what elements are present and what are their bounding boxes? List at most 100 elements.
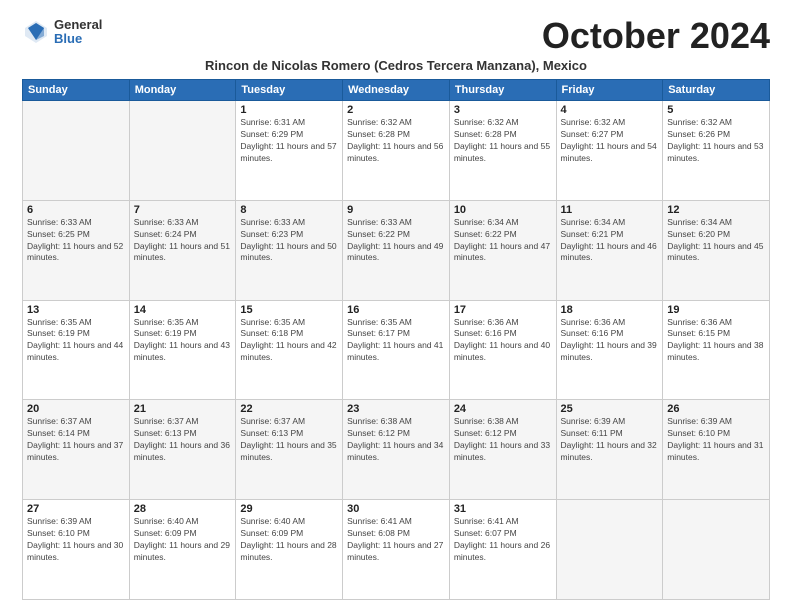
day-number: 21 <box>134 403 232 415</box>
day-number: 24 <box>454 403 552 415</box>
page: General Blue October 2024 Rincon de Nico… <box>0 0 792 612</box>
day-number: 20 <box>27 403 125 415</box>
header-thursday: Thursday <box>449 80 556 101</box>
calendar-week-row: 1Sunrise: 6:31 AMSunset: 6:29 PMDaylight… <box>23 101 770 201</box>
day-number: 29 <box>240 503 338 515</box>
sun-info: Sunrise: 6:41 AMSunset: 6:07 PMDaylight:… <box>454 516 552 564</box>
sun-info: Sunrise: 6:33 AMSunset: 6:25 PMDaylight:… <box>27 217 125 265</box>
day-number: 7 <box>134 204 232 216</box>
day-number: 11 <box>561 204 659 216</box>
header-monday: Monday <box>129 80 236 101</box>
day-number: 30 <box>347 503 445 515</box>
header-saturday: Saturday <box>663 80 770 101</box>
table-row: 10Sunrise: 6:34 AMSunset: 6:22 PMDayligh… <box>449 200 556 300</box>
table-row: 16Sunrise: 6:35 AMSunset: 6:17 PMDayligh… <box>343 300 450 400</box>
sun-info: Sunrise: 6:32 AMSunset: 6:28 PMDaylight:… <box>347 117 445 165</box>
calendar-header-row: Sunday Monday Tuesday Wednesday Thursday… <box>23 80 770 101</box>
day-number: 17 <box>454 304 552 316</box>
table-row: 30Sunrise: 6:41 AMSunset: 6:08 PMDayligh… <box>343 500 450 600</box>
header: General Blue October 2024 <box>22 18 770 54</box>
table-row: 29Sunrise: 6:40 AMSunset: 6:09 PMDayligh… <box>236 500 343 600</box>
day-number: 15 <box>240 304 338 316</box>
sun-info: Sunrise: 6:32 AMSunset: 6:27 PMDaylight:… <box>561 117 659 165</box>
sun-info: Sunrise: 6:32 AMSunset: 6:26 PMDaylight:… <box>667 117 765 165</box>
sun-info: Sunrise: 6:39 AMSunset: 6:10 PMDaylight:… <box>667 416 765 464</box>
day-number: 3 <box>454 104 552 116</box>
month-title: October 2024 <box>542 18 770 54</box>
day-number: 12 <box>667 204 765 216</box>
day-number: 1 <box>240 104 338 116</box>
day-number: 6 <box>27 204 125 216</box>
location-title: Rincon de Nicolas Romero (Cedros Tercera… <box>22 58 770 73</box>
day-number: 26 <box>667 403 765 415</box>
sun-info: Sunrise: 6:37 AMSunset: 6:13 PMDaylight:… <box>240 416 338 464</box>
logo-icon <box>22 18 50 46</box>
table-row: 5Sunrise: 6:32 AMSunset: 6:26 PMDaylight… <box>663 101 770 201</box>
sun-info: Sunrise: 6:39 AMSunset: 6:10 PMDaylight:… <box>27 516 125 564</box>
table-row: 12Sunrise: 6:34 AMSunset: 6:20 PMDayligh… <box>663 200 770 300</box>
table-row: 19Sunrise: 6:36 AMSunset: 6:15 PMDayligh… <box>663 300 770 400</box>
sun-info: Sunrise: 6:36 AMSunset: 6:15 PMDaylight:… <box>667 317 765 365</box>
sun-info: Sunrise: 6:34 AMSunset: 6:22 PMDaylight:… <box>454 217 552 265</box>
table-row: 26Sunrise: 6:39 AMSunset: 6:10 PMDayligh… <box>663 400 770 500</box>
day-number: 16 <box>347 304 445 316</box>
header-friday: Friday <box>556 80 663 101</box>
table-row: 20Sunrise: 6:37 AMSunset: 6:14 PMDayligh… <box>23 400 130 500</box>
day-number: 13 <box>27 304 125 316</box>
table-row: 24Sunrise: 6:38 AMSunset: 6:12 PMDayligh… <box>449 400 556 500</box>
sun-info: Sunrise: 6:34 AMSunset: 6:20 PMDaylight:… <box>667 217 765 265</box>
sun-info: Sunrise: 6:39 AMSunset: 6:11 PMDaylight:… <box>561 416 659 464</box>
table-row <box>129 101 236 201</box>
calendar-table: Sunday Monday Tuesday Wednesday Thursday… <box>22 79 770 600</box>
day-number: 8 <box>240 204 338 216</box>
sun-info: Sunrise: 6:33 AMSunset: 6:22 PMDaylight:… <box>347 217 445 265</box>
logo-general-label: General <box>54 18 102 32</box>
logo-text: General Blue <box>54 18 102 47</box>
header-wednesday: Wednesday <box>343 80 450 101</box>
table-row: 27Sunrise: 6:39 AMSunset: 6:10 PMDayligh… <box>23 500 130 600</box>
table-row: 7Sunrise: 6:33 AMSunset: 6:24 PMDaylight… <box>129 200 236 300</box>
calendar-week-row: 13Sunrise: 6:35 AMSunset: 6:19 PMDayligh… <box>23 300 770 400</box>
sun-info: Sunrise: 6:33 AMSunset: 6:24 PMDaylight:… <box>134 217 232 265</box>
table-row: 18Sunrise: 6:36 AMSunset: 6:16 PMDayligh… <box>556 300 663 400</box>
day-number: 14 <box>134 304 232 316</box>
day-number: 28 <box>134 503 232 515</box>
table-row: 21Sunrise: 6:37 AMSunset: 6:13 PMDayligh… <box>129 400 236 500</box>
day-number: 25 <box>561 403 659 415</box>
day-number: 23 <box>347 403 445 415</box>
logo-blue-label: Blue <box>54 32 102 46</box>
table-row <box>556 500 663 600</box>
sun-info: Sunrise: 6:37 AMSunset: 6:14 PMDaylight:… <box>27 416 125 464</box>
table-row: 8Sunrise: 6:33 AMSunset: 6:23 PMDaylight… <box>236 200 343 300</box>
table-row: 17Sunrise: 6:36 AMSunset: 6:16 PMDayligh… <box>449 300 556 400</box>
table-row: 4Sunrise: 6:32 AMSunset: 6:27 PMDaylight… <box>556 101 663 201</box>
table-row <box>663 500 770 600</box>
sun-info: Sunrise: 6:32 AMSunset: 6:28 PMDaylight:… <box>454 117 552 165</box>
sun-info: Sunrise: 6:36 AMSunset: 6:16 PMDaylight:… <box>561 317 659 365</box>
sun-info: Sunrise: 6:37 AMSunset: 6:13 PMDaylight:… <box>134 416 232 464</box>
calendar-week-row: 20Sunrise: 6:37 AMSunset: 6:14 PMDayligh… <box>23 400 770 500</box>
table-row: 3Sunrise: 6:32 AMSunset: 6:28 PMDaylight… <box>449 101 556 201</box>
table-row: 25Sunrise: 6:39 AMSunset: 6:11 PMDayligh… <box>556 400 663 500</box>
sun-info: Sunrise: 6:41 AMSunset: 6:08 PMDaylight:… <box>347 516 445 564</box>
day-number: 18 <box>561 304 659 316</box>
sun-info: Sunrise: 6:35 AMSunset: 6:17 PMDaylight:… <box>347 317 445 365</box>
sun-info: Sunrise: 6:40 AMSunset: 6:09 PMDaylight:… <box>240 516 338 564</box>
day-number: 22 <box>240 403 338 415</box>
table-row: 22Sunrise: 6:37 AMSunset: 6:13 PMDayligh… <box>236 400 343 500</box>
day-number: 2 <box>347 104 445 116</box>
day-number: 4 <box>561 104 659 116</box>
day-number: 19 <box>667 304 765 316</box>
day-number: 27 <box>27 503 125 515</box>
sun-info: Sunrise: 6:40 AMSunset: 6:09 PMDaylight:… <box>134 516 232 564</box>
sun-info: Sunrise: 6:35 AMSunset: 6:19 PMDaylight:… <box>134 317 232 365</box>
table-row: 31Sunrise: 6:41 AMSunset: 6:07 PMDayligh… <box>449 500 556 600</box>
sun-info: Sunrise: 6:36 AMSunset: 6:16 PMDaylight:… <box>454 317 552 365</box>
table-row: 13Sunrise: 6:35 AMSunset: 6:19 PMDayligh… <box>23 300 130 400</box>
sun-info: Sunrise: 6:35 AMSunset: 6:19 PMDaylight:… <box>27 317 125 365</box>
day-number: 5 <box>667 104 765 116</box>
day-number: 10 <box>454 204 552 216</box>
table-row: 14Sunrise: 6:35 AMSunset: 6:19 PMDayligh… <box>129 300 236 400</box>
sun-info: Sunrise: 6:31 AMSunset: 6:29 PMDaylight:… <box>240 117 338 165</box>
calendar-week-row: 6Sunrise: 6:33 AMSunset: 6:25 PMDaylight… <box>23 200 770 300</box>
